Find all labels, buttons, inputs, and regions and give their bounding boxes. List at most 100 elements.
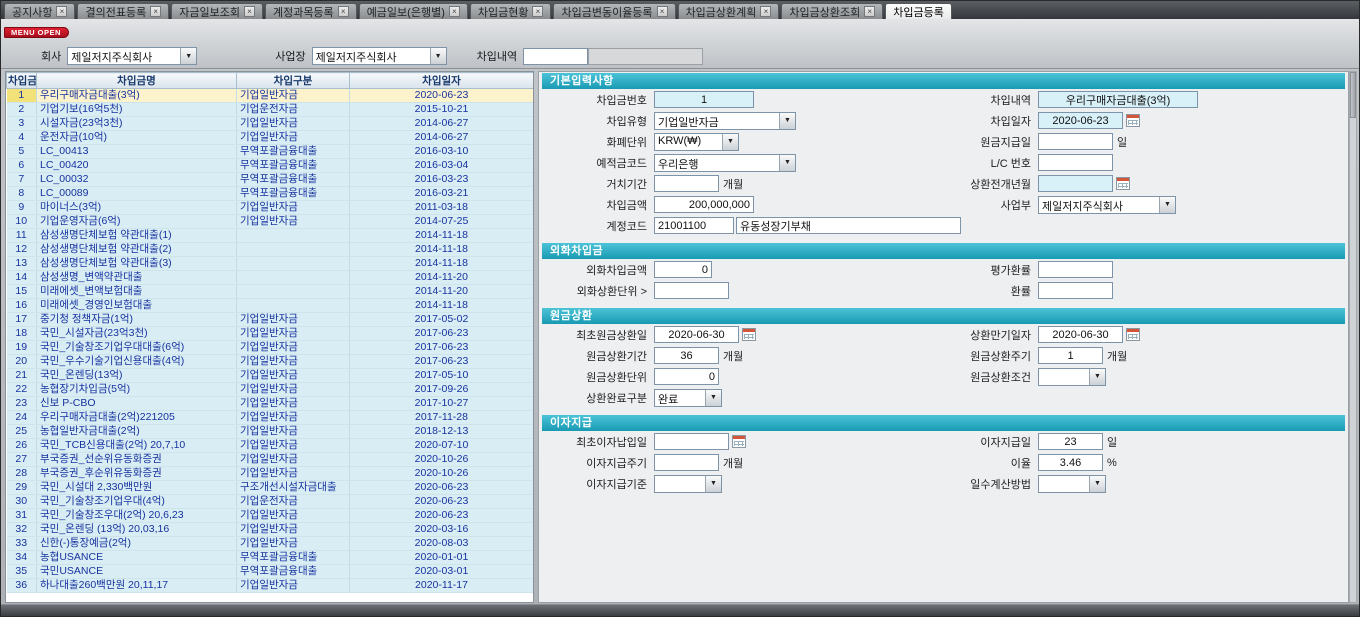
tab-close-icon[interactable]: × <box>150 6 161 17</box>
loan-row[interactable]: 8 LC_00089 무역포괄금융대출 2016-03-21 <box>7 187 534 201</box>
tab-close-icon[interactable]: × <box>864 6 875 17</box>
loan-row[interactable]: 28 부국증권_후순위유동화증권 기업일반자금 2020-10-26 <box>7 467 534 481</box>
loan-row[interactable]: 36 하나대출260백만원 20,11,17 기업일반자금 2020-11-17 <box>7 579 534 593</box>
loan-row[interactable]: 9 마이너스(3억) 기업일반자금 2011-03-18 <box>7 201 534 215</box>
loan-row[interactable]: 24 우리구매자금대출(2억)221205 기업일반자금 2017-11-28 <box>7 411 534 425</box>
deposit-code-select[interactable]: 우리은행 ▼ <box>654 154 796 172</box>
tab[interactable]: 결의전표등록 × <box>77 3 169 19</box>
loan-row[interactable]: 13 삼성생명단체보험 약관대출(3) 2014-11-18 <box>7 257 534 271</box>
account-code-input[interactable] <box>654 217 734 234</box>
tab[interactable]: 차입금등록 <box>885 3 952 19</box>
lc-number-input[interactable] <box>1038 154 1113 171</box>
chevron-down-icon[interactable]: ▼ <box>779 155 795 171</box>
loan-row[interactable]: 11 삼성생명단체보험 약관대출(1) 2014-11-18 <box>7 229 534 243</box>
loan-row[interactable]: 22 농협장기차입금(5억) 기업일반자금 2017-09-26 <box>7 383 534 397</box>
repay-complete-select[interactable]: 완료 ▼ <box>654 389 722 407</box>
loan-row[interactable]: 29 국민_시설대 2,330백만원 구조개선시설자금대출 2020-06-23 <box>7 481 534 495</box>
fx-loan-amount-input[interactable] <box>654 261 712 278</box>
loan-amount-input[interactable] <box>654 196 754 213</box>
loan-row[interactable]: 32 국민_온렌딩 (13억) 20,03,16 기업일반자금 2020-03-… <box>7 523 534 537</box>
loan-row[interactable]: 30 국민_기술창조기업우대(4억) 기업운전자금 2020-06-23 <box>7 495 534 509</box>
calendar-icon[interactable] <box>1126 328 1140 341</box>
chevron-down-icon[interactable]: ▼ <box>779 113 795 129</box>
interest-rate-input[interactable] <box>1038 454 1103 471</box>
loan-row[interactable]: 16 미래에셋_경영인보험대출 2014-11-18 <box>7 299 534 313</box>
exchange-rate-input[interactable] <box>1038 282 1113 299</box>
loan-row[interactable]: 14 삼성생명_변액약관대출 2014-11-20 <box>7 271 534 285</box>
loan-row[interactable]: 33 신한(-)통장예금(2억) 기업일반자금 2020-08-03 <box>7 537 534 551</box>
chevron-down-icon[interactable]: ▼ <box>1159 197 1175 213</box>
principal-pay-day-input[interactable] <box>1038 133 1113 150</box>
interest-basis-select[interactable]: ▼ <box>654 475 722 493</box>
maturity-date-input[interactable] <box>1038 326 1123 343</box>
menu-open-button[interactable]: MENU OPEN <box>4 27 69 38</box>
principal-repay-period-input[interactable] <box>654 347 719 364</box>
principal-repay-unit-input[interactable] <box>654 368 719 385</box>
loan-row[interactable]: 21 국민_온렌딩(13억) 기업일반자금 2017-05-10 <box>7 369 534 383</box>
tab[interactable]: 자금일보조회 × <box>171 3 263 19</box>
loan-row[interactable]: 25 농협일반자금대출(2억) 기업일반자금 2018-12-13 <box>7 425 534 439</box>
loan-row[interactable]: 23 신보 P-CBO 기업일반자금 2017-10-27 <box>7 397 534 411</box>
tab[interactable]: 차입금현황 × <box>470 3 552 19</box>
chevron-down-icon[interactable]: ▼ <box>705 476 721 492</box>
tab[interactable]: 계정과목등록 × <box>265 3 357 19</box>
loan-row[interactable]: 6 LC_00420 무역포괄금융대출 2016-03-04 <box>7 159 534 173</box>
site-select[interactable]: 제일저지주식회사 ▼ <box>312 47 447 65</box>
loan-row[interactable]: 35 국민USANCE 무역포괄금융대출 2020-03-01 <box>7 565 534 579</box>
chevron-down-icon[interactable]: ▼ <box>1089 476 1105 492</box>
loan-row[interactable]: 27 부국증권_선순위유동화증권 기업일반자금 2020-10-26 <box>7 453 534 467</box>
loan-description-input[interactable] <box>1038 91 1198 108</box>
interest-cycle-input[interactable] <box>654 454 719 471</box>
chevron-down-icon[interactable]: ▼ <box>1089 369 1105 385</box>
company-select[interactable]: 제일저지주식회사 ▼ <box>67 47 197 65</box>
loan-row[interactable]: 18 국민_시설자금(23억3천) 기업일반자금 2017-06-23 <box>7 327 534 341</box>
loan-type-select[interactable]: 기업일반자금 ▼ <box>654 112 796 130</box>
loan-row[interactable]: 12 삼성생명단체보험 약관대출(2) 2014-11-18 <box>7 243 534 257</box>
tab-close-icon[interactable]: × <box>532 6 543 17</box>
loan-date-input[interactable] <box>1038 112 1123 129</box>
first-principal-repay-date-input[interactable] <box>654 326 739 343</box>
loan-row[interactable]: 34 농협USANCE 무역포괄금융대출 2020-01-01 <box>7 551 534 565</box>
loan-row[interactable]: 19 국민_기술창조기업우대대출(6억) 기업일반자금 2017-06-23 <box>7 341 534 355</box>
tab[interactable]: 예금일보(은행별) × <box>359 3 468 19</box>
loan-row[interactable]: 1 우리구매자금대출(3억) 기업일반자금 2020-06-23 <box>7 89 534 103</box>
loan-row[interactable]: 17 중기청 정책자금(1억) 기업일반자금 2017-05-02 <box>7 313 534 327</box>
valuation-rate-input[interactable] <box>1038 261 1113 278</box>
pre-repayment-ym-input[interactable] <box>1038 175 1113 192</box>
loan-number-input[interactable] <box>654 91 754 108</box>
tab-close-icon[interactable]: × <box>338 6 349 17</box>
tab[interactable]: 차입금상환조회 × <box>781 3 883 19</box>
division-select[interactable]: 제일저지주식회사 ▼ <box>1038 196 1176 214</box>
tab[interactable]: 차입금상환계획 × <box>678 3 780 19</box>
currency-select[interactable]: KRW(₩) ▼ <box>654 133 739 151</box>
principal-repay-condition-select[interactable]: ▼ <box>1038 368 1106 386</box>
loan-row[interactable]: 2 기업기보(16억5천) 기업운전자금 2015-10-21 <box>7 103 534 117</box>
loan-search-input[interactable] <box>523 48 588 65</box>
chevron-down-icon[interactable]: ▼ <box>722 134 738 150</box>
loan-row[interactable]: 3 시설자금(23억3천) 기업일반자금 2014-06-27 <box>7 117 534 131</box>
loan-row[interactable]: 10 기업운영자금(6억) 기업일반자금 2014-07-25 <box>7 215 534 229</box>
loan-row[interactable]: 15 미래에셋_변액보험대출 2014-11-20 <box>7 285 534 299</box>
day-count-method-select[interactable]: ▼ <box>1038 475 1106 493</box>
vertical-scrollbar[interactable] <box>1349 71 1357 603</box>
calendar-icon[interactable] <box>742 328 756 341</box>
scrollbar-thumb[interactable] <box>1350 72 1356 118</box>
loan-row[interactable]: 7 LC_00032 무역포괄금융대출 2016-03-23 <box>7 173 534 187</box>
calendar-icon[interactable] <box>732 435 746 448</box>
principal-repay-cycle-input[interactable] <box>1038 347 1103 364</box>
loan-row[interactable]: 31 국민_기술창조우대(2억) 20,6,23 기업일반자금 2020-06-… <box>7 509 534 523</box>
grace-period-input[interactable] <box>654 175 719 192</box>
loan-row[interactable]: 20 국민_우수기술기업신용대출(4억) 기업일반자금 2017-06-23 <box>7 355 534 369</box>
first-interest-date-input[interactable] <box>654 433 729 450</box>
tab-close-icon[interactable]: × <box>760 6 771 17</box>
chevron-down-icon[interactable]: ▼ <box>705 390 721 406</box>
loan-row[interactable]: 26 국민_TCB신용대출(2억) 20,7,10 기업일반자금 2020-07… <box>7 439 534 453</box>
interest-pay-day-input[interactable] <box>1038 433 1103 450</box>
loan-row[interactable]: 5 LC_00413 무역포괄금융대출 2016-03-10 <box>7 145 534 159</box>
tab[interactable]: 차입금변동이율등록 × <box>553 3 675 19</box>
tab-close-icon[interactable]: × <box>56 6 67 17</box>
fx-repay-unit-input[interactable] <box>654 282 729 299</box>
calendar-icon[interactable] <box>1116 177 1130 190</box>
tab-close-icon[interactable]: × <box>657 6 668 17</box>
tab-close-icon[interactable]: × <box>244 6 255 17</box>
